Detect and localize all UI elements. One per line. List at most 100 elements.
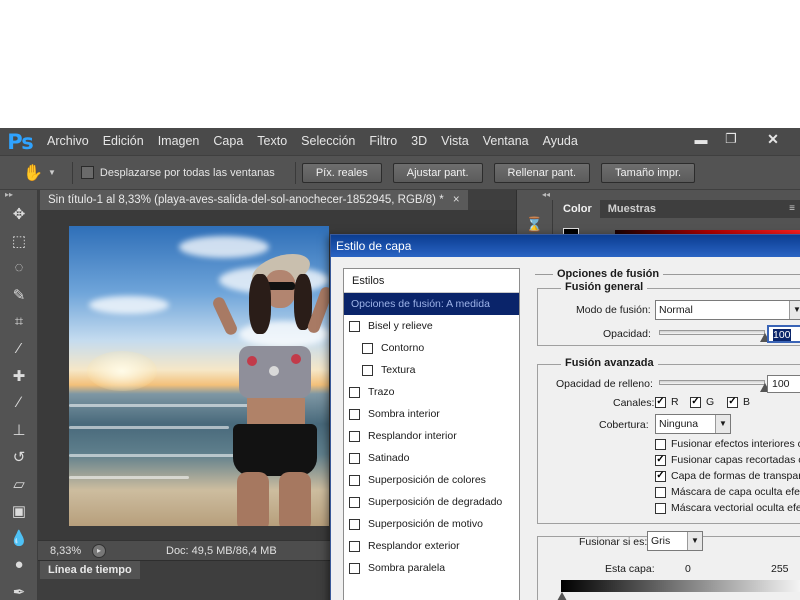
minimize-button[interactable]: ▬ (686, 128, 716, 150)
beach-photo[interactable] (69, 226, 329, 526)
history-brush-icon[interactable]: ↺ (0, 443, 38, 470)
panel-collapse-icon[interactable]: ◂◂ (517, 190, 800, 200)
gradient-icon[interactable]: ▣ (0, 497, 38, 524)
document-tab-bar: Sin título-1 al 8,33% (playa-aves-salida… (38, 190, 516, 210)
dodge-icon[interactable]: ● (0, 551, 38, 578)
menu-filtro[interactable]: Filtro (362, 128, 404, 155)
style-checkbox[interactable] (349, 540, 360, 552)
black-point-thumb[interactable] (557, 592, 567, 600)
move-icon[interactable]: ✥ (0, 200, 38, 227)
style-item[interactable]: Superposición de motivo (344, 513, 519, 535)
fill-screen-button[interactable]: Rellenar pant. (493, 162, 591, 183)
blend-if-select[interactable]: Gris ▼ (647, 531, 703, 551)
menu-ventana[interactable]: Ventana (476, 128, 536, 155)
channel-b-checkbox[interactable]: ✓ B (727, 396, 750, 408)
pen-icon[interactable]: ✒ (0, 578, 38, 600)
advanced-option-checkbox[interactable]: Máscara vectorial oculta efec (655, 502, 800, 514)
style-item-label: Opciones de fusión: A medida (351, 298, 490, 310)
scroll-all-windows-checkbox[interactable] (80, 166, 94, 179)
crop-icon[interactable]: ⌗ (0, 308, 38, 335)
hand-tool-icon[interactable]: ✋ (20, 161, 46, 185)
style-checkbox[interactable] (349, 408, 360, 420)
brush-icon[interactable]: ∕ (0, 389, 38, 416)
menu-seleccion[interactable]: Selección (294, 128, 362, 155)
style-checkbox[interactable] (349, 518, 360, 530)
eraser-icon[interactable]: ▱ (0, 470, 38, 497)
print-size-button[interactable]: Tamaño impr. (601, 162, 696, 183)
style-checkbox[interactable] (349, 474, 360, 486)
tool-preset-dropdown-icon[interactable]: ▼ (48, 168, 56, 177)
style-item[interactable]: Resplandor interior (344, 425, 519, 447)
style-checkbox[interactable] (349, 562, 360, 574)
this-layer-gradient-bar[interactable] (561, 580, 800, 592)
menu-texto[interactable]: Texto (250, 128, 294, 155)
styles-header[interactable]: Estilos (344, 269, 519, 293)
restore-button[interactable]: ❐ (716, 128, 746, 150)
stamp-icon[interactable]: ⊥ (0, 416, 38, 443)
style-item[interactable]: Opciones de fusión: A medida (344, 293, 519, 315)
style-checkbox[interactable] (349, 496, 360, 508)
menu-imagen[interactable]: Imagen (151, 128, 207, 155)
style-item[interactable]: Sombra paralela (344, 557, 519, 579)
document-tab[interactable]: Sin título-1 al 8,33% (playa-aves-salida… (40, 190, 468, 210)
history-panel-icon[interactable]: ⌛ (526, 216, 544, 234)
fill-opacity-slider[interactable] (659, 380, 765, 385)
checkbox-box: ✓ (727, 396, 738, 408)
advanced-option-checkbox[interactable]: ✓ Fusionar capas recortadas co (655, 454, 800, 466)
advanced-option-label: Fusionar efectos interiores co (671, 438, 800, 450)
advanced-option-checkbox[interactable]: Máscara de capa oculta efecto (655, 486, 800, 498)
status-menu-icon[interactable]: ▸ (92, 543, 106, 558)
channel-r-checkbox[interactable]: ✓ R (655, 396, 679, 408)
styles-items: Opciones de fusión: A medida Bisel y reli… (344, 293, 519, 579)
style-item[interactable]: Satinado (344, 447, 519, 469)
panel-menu-icon[interactable]: ≡ (789, 200, 800, 218)
fill-opacity-input[interactable]: 100 (767, 375, 800, 393)
menu-edicion[interactable]: Edición (96, 128, 151, 155)
style-checkbox[interactable] (349, 452, 360, 464)
zoom-level[interactable]: 8,33% (50, 545, 92, 557)
style-checkbox[interactable] (349, 430, 360, 442)
knockout-select[interactable]: Ninguna ▼ (655, 414, 731, 434)
style-checkbox[interactable] (349, 320, 360, 332)
menu-ayuda[interactable]: Ayuda (536, 128, 585, 155)
style-item[interactable]: Superposición de colores (344, 469, 519, 491)
channel-g-checkbox[interactable]: ✓ G (690, 396, 714, 408)
opacity-slider[interactable] (659, 330, 765, 335)
document-tab-close-icon[interactable]: × (453, 194, 460, 206)
marquee-icon[interactable]: ⬚ (0, 227, 38, 254)
close-button[interactable]: ✕ (746, 128, 800, 150)
style-item[interactable]: Superposición de degradado (344, 491, 519, 513)
style-item[interactable]: Contorno (344, 337, 519, 359)
scroll-all-windows-label: Desplazarse por todas las ventanas (99, 166, 275, 179)
menu-3d[interactable]: 3D (404, 128, 434, 155)
style-item[interactable]: Bisel y relieve (344, 315, 519, 337)
blur-icon[interactable]: 💧 (0, 524, 38, 551)
menu-capa[interactable]: Capa (206, 128, 250, 155)
tab-color[interactable]: Color (555, 200, 600, 218)
advanced-option-checkbox[interactable]: Fusionar efectos interiores co (655, 438, 800, 450)
lasso-icon[interactable]: ◌ (0, 254, 38, 281)
style-checkbox[interactable] (362, 342, 373, 354)
style-item[interactable]: Trazo (344, 381, 519, 403)
tab-swatches[interactable]: Muestras (600, 200, 664, 218)
advanced-option-checkbox[interactable]: ✓ Capa de formas de transparen (655, 470, 800, 482)
actual-pixels-button[interactable]: Píx. reales (301, 162, 382, 183)
color-panel-tabs: Color Muestras ≡ (555, 200, 800, 218)
style-item[interactable]: Textura (344, 359, 519, 381)
fit-screen-button[interactable]: Ajustar pant. (392, 162, 483, 183)
chevron-down-icon: ▼ (789, 301, 800, 319)
panel-grip-icon[interactable]: ▸▸ (0, 190, 37, 200)
menu-vista[interactable]: Vista (434, 128, 476, 155)
quick-select-icon[interactable]: ✎ (0, 281, 38, 308)
blend-mode-select[interactable]: Normal ▼ (655, 300, 800, 320)
healing-icon[interactable]: ✚ (0, 362, 38, 389)
eyedropper-icon[interactable]: ⁄ (0, 335, 38, 362)
timeline-tab[interactable]: Línea de tiempo (40, 561, 140, 579)
menu-archivo[interactable]: Archivo (40, 128, 96, 155)
style-checkbox[interactable] (362, 364, 373, 376)
tools-panel: ▸▸ ✥ ⬚ ◌ ✎ ⌗ ⁄ ✚ ∕ ⊥ ↺ ▱ ▣ 💧 ● ✒ (0, 190, 38, 600)
style-item[interactable]: Sombra interior (344, 403, 519, 425)
style-checkbox[interactable] (349, 386, 360, 398)
opacity-input[interactable]: 100 (767, 325, 800, 343)
style-item[interactable]: Resplandor exterior (344, 535, 519, 557)
